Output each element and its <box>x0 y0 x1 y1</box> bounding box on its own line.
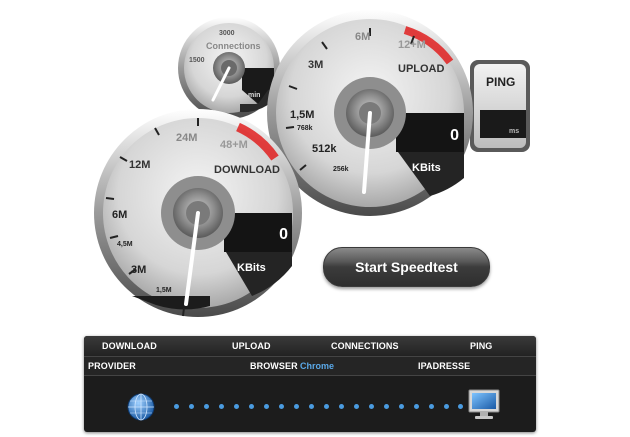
download-scale-3m: 3M <box>131 264 146 276</box>
connection-dot <box>369 404 374 409</box>
provider-label: PROVIDER <box>88 361 136 371</box>
connection-dot <box>414 404 419 409</box>
connection-dot <box>324 404 329 409</box>
upload-title: UPLOAD <box>398 63 445 75</box>
results-header-upload: UPLOAD <box>232 341 271 351</box>
connection-dot <box>249 404 254 409</box>
connection-dots <box>174 404 464 410</box>
connections-scale-3000: 3000 <box>219 30 235 37</box>
results-header-download: DOWNLOAD <box>102 341 157 351</box>
upload-scale-768k: 768k <box>297 125 313 132</box>
browser-label: BROWSER <box>250 361 298 371</box>
connection-dot <box>204 404 209 409</box>
connections-scale-1500: 1500 <box>189 57 205 64</box>
connection-dot <box>354 404 359 409</box>
connection-dot <box>458 404 463 409</box>
results-header-ping: PING <box>470 341 493 351</box>
results-header-connections: CONNECTIONS <box>331 341 399 351</box>
upload-scale-512k: 512k <box>312 143 337 155</box>
download-scale-6m: 6M <box>112 209 127 221</box>
download-value: 0 <box>279 226 288 243</box>
upload-scale-6m: 6M <box>355 31 370 43</box>
ping-tab: PING ms <box>470 60 530 152</box>
ping-unit: ms <box>509 128 519 135</box>
connections-unit: min <box>248 92 260 99</box>
upload-unit: KBits <box>412 162 441 174</box>
browser-value: Chrome <box>300 361 335 371</box>
globe-icon <box>127 393 155 421</box>
upload-scale-3m: 3M <box>308 59 323 71</box>
upload-scale-256k: 256k <box>333 166 349 173</box>
ping-title: PING <box>486 75 515 89</box>
ipaddress-label: IPADRESSE <box>418 361 471 371</box>
connections-title: Connections <box>206 41 261 51</box>
download-unit: KBits <box>237 262 266 274</box>
connection-dot <box>384 404 389 409</box>
connection-dot <box>234 404 239 409</box>
download-title: DOWNLOAD <box>214 164 280 176</box>
connection-dot <box>444 404 449 409</box>
connection-dot <box>219 404 224 409</box>
connection-dot <box>339 404 344 409</box>
upload-scale-1-5m: 1,5M <box>290 109 314 121</box>
connections-gauge: Connections 3000 1500 min <box>178 17 280 119</box>
download-scale-24m: 24M <box>176 132 197 144</box>
connection-dot <box>264 404 269 409</box>
connection-dot <box>279 404 284 409</box>
connection-dot <box>399 404 404 409</box>
download-scale-1-5m: 1,5M <box>156 287 172 294</box>
download-scale-4-5m: 4,5M <box>117 241 133 248</box>
results-panel: DOWNLOAD UPLOAD CONNECTIONS PING PROVIDE… <box>84 336 536 432</box>
download-scale-48m: 48+M <box>220 139 248 151</box>
download-scale-12m: 12M <box>129 159 150 171</box>
monitor-icon <box>468 389 500 419</box>
download-gauge: DOWNLOAD 1,5M 3M 4,5M 6M 12M 24M 48+M 0 … <box>94 109 302 317</box>
gauge-cluster: PING ms Connections 3000 1500 min UPLOAD… <box>94 10 530 317</box>
upload-scale-12m: 12+M <box>398 39 426 51</box>
connection-dot <box>309 404 314 409</box>
connection-dot <box>294 404 299 409</box>
connection-dot <box>189 404 194 409</box>
start-speedtest-button[interactable]: Start Speedtest <box>323 247 490 287</box>
upload-value: 0 <box>450 127 459 144</box>
connection-dot <box>429 404 434 409</box>
connection-dot <box>174 404 179 409</box>
